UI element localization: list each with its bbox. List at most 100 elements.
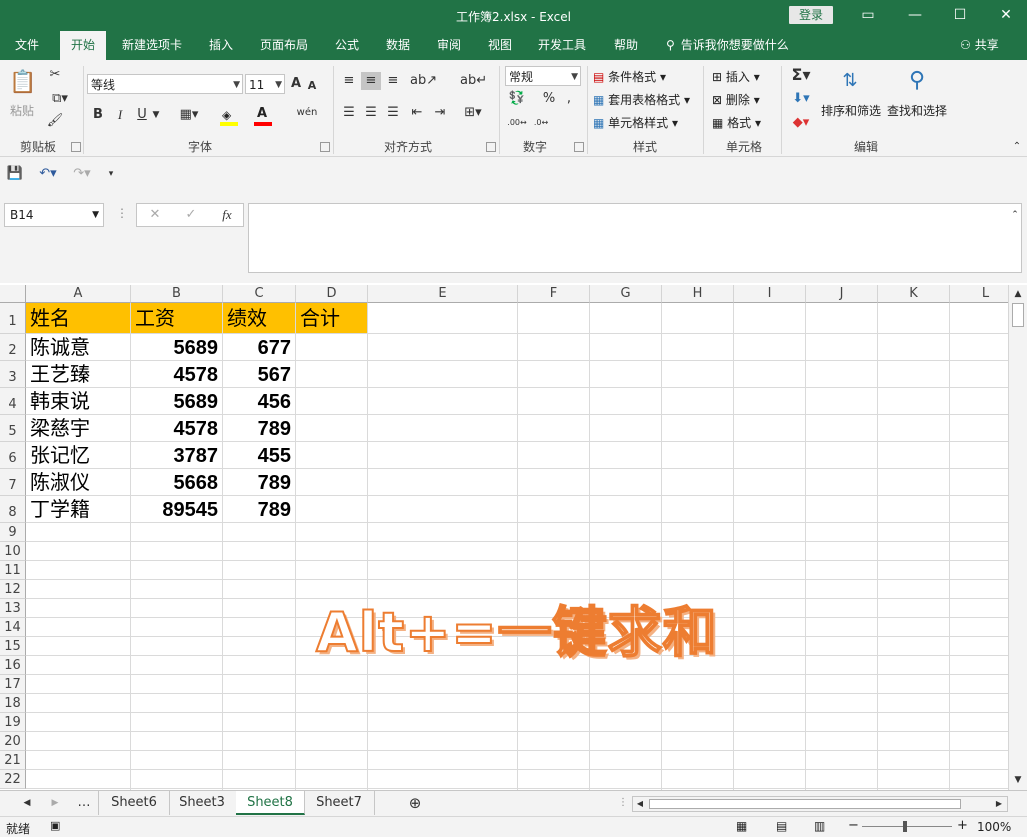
phonetic-icon[interactable]: wén [296,104,318,122]
expand-formula-icon[interactable]: ⌃ [1008,206,1022,224]
worksheet-grid[interactable]: ABCDEFGHIJKL 1 2 3 4 5 6 7 8 9 10 11 12 13 14 15 16 17 18… [0,285,1008,790]
data-cell[interactable]: 韩束说 [26,388,130,414]
tab-new[interactable]: 新建选项卡 [114,31,190,60]
row-header-22[interactable]: 22 [0,770,26,789]
add-sheet-icon[interactable]: ⊕ [405,794,425,812]
data-cell[interactable]: 梁慈宇 [26,415,130,441]
data-cell[interactable]: 789 [223,415,295,441]
insert-cells-button[interactable]: ⊞ 插入 ▾ [712,68,760,85]
tab-help[interactable]: 帮助 [603,31,649,60]
more-sheets-icon[interactable]: … [76,794,92,812]
column-header-k[interactable]: K [878,285,950,303]
row-header-7[interactable]: 7 [0,469,26,496]
row-header-13[interactable]: 13 [0,599,26,618]
comma-button[interactable]: , [564,90,574,108]
align-left-icon[interactable]: ☰ [340,104,358,122]
row-header-1[interactable]: 1 [0,303,26,334]
splitter-icon[interactable]: ⋮ [618,797,628,808]
data-cell[interactable]: 789 [223,469,295,495]
find-icon[interactable]: ⚲ [900,66,934,96]
align-right-icon[interactable]: ☰ [384,104,402,122]
paste-label[interactable]: 粘贴 [10,102,34,119]
scroll-down-icon[interactable]: ▼ [1011,771,1025,789]
page-break-view-icon[interactable]: ▥ [814,819,825,833]
currency-icon[interactable]: 💱 [506,90,528,108]
column-header-a[interactable]: A [26,285,131,303]
tab-insert[interactable]: 插入 [198,31,244,60]
data-cell[interactable]: 89545 [131,496,222,522]
vertical-scrollbar[interactable]: ▲ ▼ [1008,285,1027,790]
name-box[interactable]: B14 ▼ [4,203,104,227]
row-header-8[interactable]: 8 [0,496,26,523]
grow-font-icon[interactable]: A [289,75,303,93]
scroll-thumb[interactable] [1012,303,1024,327]
close-icon[interactable]: ✕ [996,5,1016,25]
redo-icon[interactable]: ↷▾ [68,165,96,183]
sort-filter-button[interactable]: 排序和筛选 [821,102,881,119]
font-size-select[interactable]: 11 ▼ [245,74,285,94]
zoom-in-icon[interactable]: + [957,818,968,833]
number-format-select[interactable]: 常规 ▼ [505,66,581,86]
format-as-table-button[interactable]: ▦ 套用表格格式 ▾ [593,91,690,108]
decrease-decimal-icon[interactable]: .0↔ [530,114,552,132]
row-header-6[interactable]: 6 [0,442,26,469]
underline-button[interactable]: U [134,106,150,124]
row-header-17[interactable]: 17 [0,675,26,694]
column-header-g[interactable]: G [590,285,662,303]
copy-icon[interactable]: ⧉▾ [46,90,74,108]
share-button[interactable]: ⚇ 共享 [960,31,999,60]
orientation-icon[interactable]: ab↗ [410,72,437,90]
zoom-slider[interactable] [862,826,952,827]
data-cell[interactable]: 丁学籍 [26,496,130,522]
cell-styles-button[interactable]: ▦ 单元格样式 ▾ [593,114,678,131]
data-cell[interactable]: 陈淑仪 [26,469,130,495]
delete-cells-button[interactable]: ⊠ 删除 ▾ [712,91,760,108]
minimize-icon[interactable]: — [905,5,925,25]
hscroll-thumb[interactable] [649,799,961,809]
font-launcher-icon[interactable] [320,142,330,152]
formula-input[interactable] [248,203,1022,273]
sheet-tab-sheet6[interactable]: Sheet6 [98,791,170,815]
autosum-icon[interactable]: Σ▾ [787,66,815,84]
find-select-button[interactable]: 查找和选择 [887,102,947,119]
percent-button[interactable]: % [541,90,557,108]
collapse-ribbon-icon[interactable]: ⌃ [1010,138,1024,156]
tab-review[interactable]: 审阅 [426,31,472,60]
cancel-icon[interactable]: ✕ [147,206,163,224]
row-header-21[interactable]: 21 [0,751,26,770]
select-all-corner[interactable] [0,285,26,303]
chevron-down-icon[interactable]: ▼ [150,106,162,124]
header-cell-d[interactable]: 合计 [296,303,367,333]
sheet-tab-sheet7[interactable]: Sheet7 [304,791,375,815]
format-painter-icon[interactable]: 🖌 [46,112,64,130]
column-header-b[interactable]: B [131,285,223,303]
conditional-formatting-button[interactable]: ▤ 条件格式 ▾ [593,68,666,85]
sheet-tab-sheet3[interactable]: Sheet3 [168,791,237,815]
column-header-h[interactable]: H [662,285,734,303]
row-header-3[interactable]: 3 [0,361,26,388]
data-cell[interactable]: 455 [223,442,295,468]
column-header-l[interactable]: L [950,285,1008,303]
bold-button[interactable]: B [90,106,106,124]
row-header-5[interactable]: 5 [0,415,26,442]
clipboard-launcher-icon[interactable] [71,142,81,152]
data-cell[interactable]: 5689 [131,388,222,414]
customize-qat-icon[interactable]: ▾ [104,165,118,183]
data-cell[interactable]: 567 [223,361,295,387]
column-header-d[interactable]: D [296,285,368,303]
maximize-icon[interactable]: ☐ [950,5,970,25]
cut-icon[interactable]: ✂ [46,66,64,84]
scroll-tabs-right-icon[interactable]: ▶ [48,794,62,812]
tab-data[interactable]: 数据 [375,31,421,60]
row-header-4[interactable]: 4 [0,388,26,415]
row-header-20[interactable]: 20 [0,732,26,751]
data-cell[interactable]: 王艺臻 [26,361,130,387]
font-color-icon[interactable]: A [254,106,272,126]
header-cell-b[interactable]: 工资 [131,303,222,333]
font-name-select[interactable]: 等线 ▼ [87,74,243,94]
tab-developer[interactable]: 开发工具 [530,31,594,60]
data-cell[interactable]: 张记忆 [26,442,130,468]
tab-page-layout[interactable]: 页面布局 [252,31,316,60]
row-header-11[interactable]: 11 [0,561,26,580]
decrease-indent-icon[interactable]: ⇤ [408,104,426,122]
